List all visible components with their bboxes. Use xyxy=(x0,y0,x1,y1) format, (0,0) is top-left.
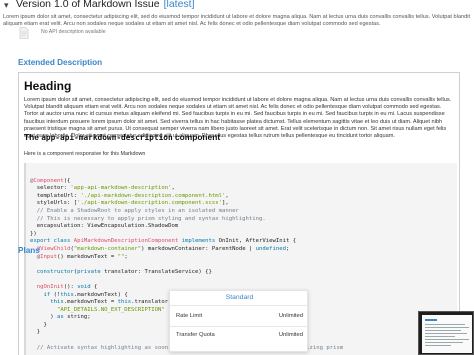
thumbnail-line xyxy=(425,336,455,337)
code-line: @Component({ xyxy=(30,177,71,184)
plan-name: Standard xyxy=(225,294,254,301)
extended-description-title: Extended Description xyxy=(18,58,103,67)
markdown-heading: Heading xyxy=(24,79,72,93)
thumbnail-screen xyxy=(422,315,472,353)
thumbnail-line xyxy=(425,339,469,340)
code-line: }) xyxy=(30,230,37,237)
document-icon xyxy=(19,27,29,39)
plan-row-value: Unlimited xyxy=(278,332,303,338)
component-intro: Here is a component responsive for this … xyxy=(24,151,146,157)
plan-row-transfer-quota: Transfer Quota Unlimited xyxy=(175,331,303,341)
version-title: Version 1.0 of Markdown Issue [latest] xyxy=(16,0,195,10)
screen-preview-thumbnail[interactable] xyxy=(418,311,474,355)
code-line: templateUrl: './api-markdown-description… xyxy=(30,192,229,199)
plan-divider xyxy=(170,326,309,327)
version-header: ▾ Version 1.0 of Markdown Issue [latest] xyxy=(0,0,474,12)
code-line: export class ApiMarkdownDescriptionCompo… xyxy=(30,238,297,245)
code-line: selector: 'app-api-markdown-description'… xyxy=(30,185,175,192)
thumbnail-line xyxy=(425,342,463,343)
plan-card-standard[interactable]: Standard Rate Limit Unlimited Transfer Q… xyxy=(169,290,309,352)
thumbnail-line xyxy=(425,324,465,325)
thumbnail-line xyxy=(425,330,461,331)
thumbnail-line xyxy=(425,345,451,346)
plan-divider xyxy=(170,305,309,306)
latest-link[interactable]: [latest] xyxy=(164,0,195,10)
thumbnail-line xyxy=(425,327,469,328)
code-line: styleUrls: ['./api-markdown-description.… xyxy=(30,200,229,207)
api-no-description: No API description available xyxy=(41,29,106,35)
plan-row-label: Transfer Quota xyxy=(176,332,215,338)
component-heading-code: app-api-markdown-description xyxy=(41,133,173,142)
thumbnail-line xyxy=(425,333,467,334)
code-line: // This is necessary to apply prism styl… xyxy=(30,215,266,222)
code-line: @ViewChild("markdown-container") markdow… xyxy=(36,245,290,252)
plan-row-value: Unlimited xyxy=(278,313,303,319)
plans-title: Plans xyxy=(18,246,40,255)
plan-row-label: Rate Limit xyxy=(176,313,203,319)
chevron-down-icon[interactable]: ▾ xyxy=(4,0,9,10)
code-line: // Enable a ShadowRoot to apply styles i… xyxy=(30,207,239,214)
code-line: @Input() markdownText = ""; xyxy=(36,253,128,260)
plan-row-rate-limit: Rate Limit Unlimited xyxy=(175,312,303,322)
component-heading: The app-api-markdown-description compone… xyxy=(24,132,221,142)
version-title-text: Version 1.0 of Markdown Issue xyxy=(16,0,160,10)
code-line: encapsulation: ViewEncapsulation.ShadowD… xyxy=(30,223,179,230)
code-line: constructor(private translator: Translat… xyxy=(36,268,212,275)
thumbnail-accent xyxy=(425,319,437,321)
